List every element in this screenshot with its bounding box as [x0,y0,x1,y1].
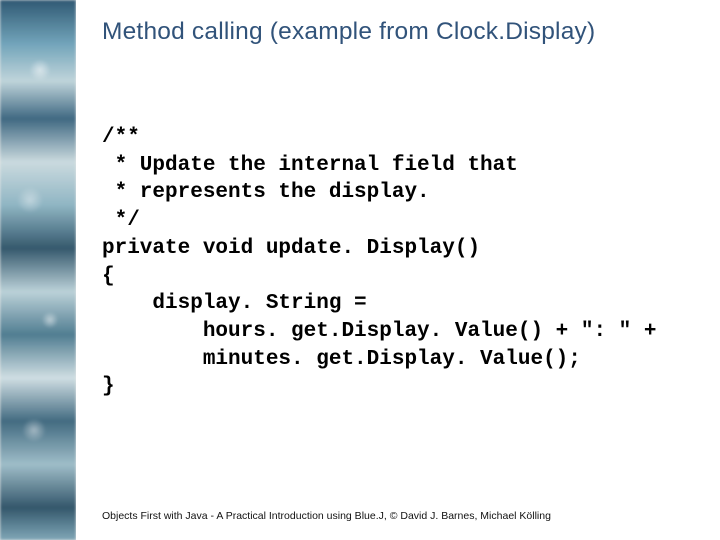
slide-body: Method calling (example from Clock.Displ… [76,0,720,540]
decorative-left-strip [0,0,76,540]
code-line: } [102,375,115,398]
code-line: */ [102,209,140,232]
code-line: /** [102,126,140,149]
code-line: hours. get.Display. Value() + ": " + [102,320,657,343]
code-line: display. String = [102,292,367,315]
slide-footer: Objects First with Java - A Practical In… [102,510,551,522]
code-line: * Update the internal field that [102,154,518,177]
code-block: /** * Update the internal field that * r… [102,124,694,401]
code-line: * represents the display. [102,181,430,204]
code-line: private void update. Display() [102,237,480,260]
code-line: minutes. get.Display. Value(); [102,348,581,371]
slide-title: Method calling (example from Clock.Displ… [102,18,694,46]
code-line: { [102,265,115,288]
